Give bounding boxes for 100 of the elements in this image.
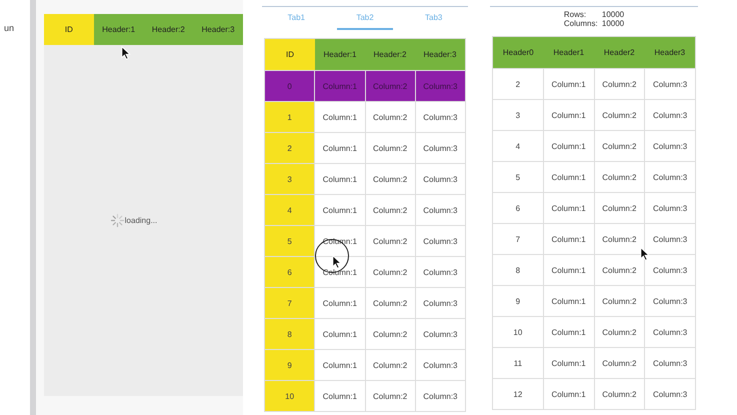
table-cell: Column:2 [602,234,636,244]
table-row[interactable]: 10 Column:1 Column:2 Column:3 [265,380,465,411]
table-cell: 8 [516,266,520,274]
table-row[interactable]: 3 Column:1 Column:2 Column:3 [265,163,465,194]
table-cell: Column:1 [552,296,586,306]
column-header: Header1 [552,47,586,59]
table-cell: Column:2 [373,330,408,338]
stat-label: Rows: [564,10,588,19]
table-cell: Column:1 [552,328,586,336]
table-cell: Column:2 [373,298,408,308]
column-header: Header3 [653,47,686,59]
table-row[interactable]: 4 Column:1 Column:2 Column:3 [265,194,465,225]
table-cell: Column:2 [373,360,408,370]
table-cell: Column:1 [322,298,357,308]
column-header: ID [265,39,315,70]
table-cell: Column:3 [423,268,458,276]
table-cell: Column:1 [552,358,586,368]
table-cell: Column:3 [653,142,688,150]
table-cell: Column:2 [602,358,636,368]
column-header: Header:2 [150,24,186,36]
column-header: Header:3 [200,24,236,36]
table-cell: 3 [516,110,520,120]
cursor-icon [640,247,650,261]
table-cell: Column:3 [653,296,688,306]
table-cell: Column:2 [373,174,408,184]
spinner-icon [110,213,125,228]
table-cell: Column:2 [602,296,636,306]
table-cell: 10 [285,392,294,400]
table-cell: Column:2 [602,328,636,336]
table-cell: Column:2 [602,172,636,182]
table-row[interactable]: 3 Column:1 Column:2 Column:3 [493,99,695,130]
table-cell: Column:3 [653,328,688,336]
column-header: Header2 [602,47,636,59]
table-cell: Column:2 [602,266,636,274]
table-row[interactable]: 9 Column:1 Column:2 Column:3 [265,349,465,380]
table-row[interactable]: 2 Column:1 Column:2 Column:3 [493,68,695,99]
table-cell: 5 [516,172,520,182]
table-cell: Column:3 [423,236,458,246]
table-cell: Column:1 [552,204,586,212]
table-cell: Column:3 [423,206,458,214]
table-cell: Column:3 [423,330,458,338]
table-cell: Column:3 [653,172,688,182]
table-cell: 2 [516,80,520,88]
stat-value: 10000 [602,19,624,28]
table-row[interactable]: 9 Column:1 Column:2 Column:3 [493,285,695,316]
table-row[interactable]: 6 Column:1 Column:2 Column:3 [265,256,465,287]
cursor-icon [121,46,131,60]
column-header: Header:1 [322,49,358,61]
table-cell: 2 [287,144,292,152]
table-row[interactable]: 10 Column:1 Column:2 Column:3 [493,316,695,347]
table-cell: Column:3 [423,144,458,152]
column-header: ID [44,14,94,45]
table-cell: Column:2 [602,204,636,212]
table-cell: Column:3 [653,110,688,120]
table-cell: Column:2 [602,110,636,120]
table-cell: Column:1 [322,392,357,400]
table-cell: 3 [287,174,292,184]
table-cell: Column:1 [552,172,586,182]
table-cell: 0 [287,82,292,90]
column-header: Header:2 [372,49,408,61]
table-row[interactable]: 2 Column:1 Column:2 Column:3 [265,132,465,163]
table-cell: Column:2 [373,236,408,246]
table-cell: Column:3 [653,358,688,368]
table-cell: 7 [287,298,292,308]
table-cell: Column:2 [602,80,636,88]
table-row[interactable]: 11 Column:1 Column:2 Column:3 [493,347,695,378]
table-cell: Column:2 [373,268,408,276]
table-cell: Column:3 [423,360,458,370]
table-cell: Column:1 [322,174,357,184]
table-row[interactable]: 4 Column:1 Column:2 Column:3 [493,130,695,161]
column-header: Header:3 [422,49,458,61]
table-cell: 1 [287,112,292,122]
table-cell: 4 [287,206,292,214]
table-row[interactable]: 7 Column:1 Column:2 Column:3 [265,287,465,318]
table-cell: Column:3 [653,80,688,88]
table-row[interactable]: 6 Column:1 Column:2 Column:3 [493,192,695,223]
table-cell: 6 [516,204,520,212]
table-cell: Column:1 [322,360,357,370]
table-cell: 4 [516,142,520,150]
table-cell: Column:3 [653,204,688,212]
stat-label: Columns: [564,19,599,28]
table-row[interactable]: 5 Column:1 Column:2 Column:3 [493,161,695,192]
table-cell: Column:3 [653,234,688,244]
table-cell: Column:3 [653,266,688,274]
column-header: Header0 [502,47,535,59]
table-cell: Column:2 [602,142,636,150]
table-cell: 5 [287,236,292,246]
table-cell: Column:2 [373,82,408,90]
table-row[interactable]: 8 Column:1 Column:2 Column:3 [493,254,695,285]
edge-text: un [4,23,14,33]
table-row[interactable]: 12 Column:1 Column:2 Column:3 [493,378,695,409]
table-cell: Column:2 [373,206,408,214]
table-row[interactable]: 1 Column:1 Column:2 Column:3 [265,101,465,132]
table-cell: Column:1 [552,390,586,398]
table-cell: 9 [287,360,292,370]
table-row[interactable]: 8 Column:1 Column:2 Column:3 [265,318,465,349]
table-cell: 12 [513,390,522,398]
table-cell: Column:3 [423,174,458,184]
loading-text: loading... [124,216,158,225]
table-row[interactable]: 7 Column:1 Column:2 Column:3 [493,223,695,254]
